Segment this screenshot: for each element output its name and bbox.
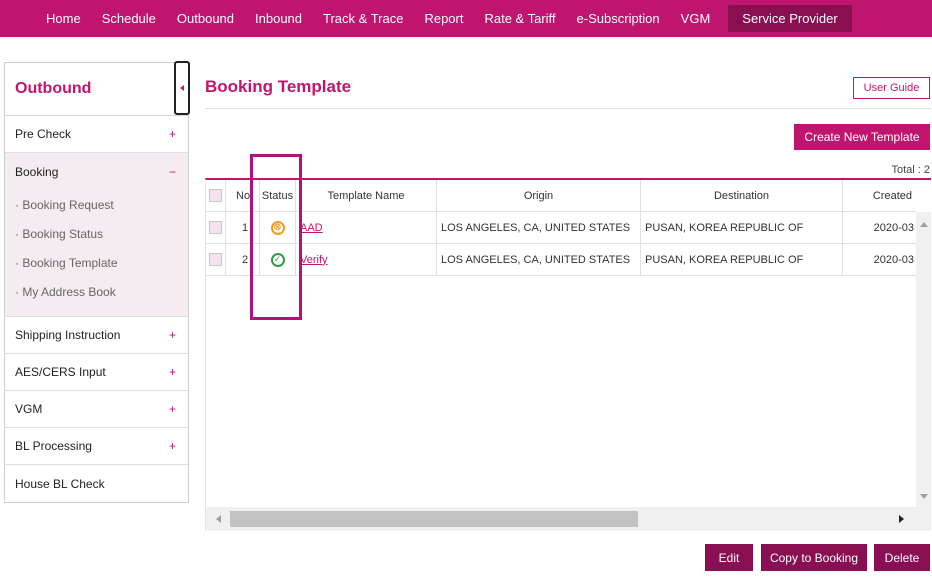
nav-outbound[interactable]: Outbound <box>177 11 234 26</box>
row-select[interactable] <box>206 212 226 243</box>
header-status[interactable]: Status <box>260 180 296 211</box>
template-name-link[interactable]: AAD <box>300 222 323 234</box>
table-row[interactable]: 2 ✓ Verify LOS ANGELES, CA, UNITED STATE… <box>206 244 916 276</box>
sidebar-item-house-bl-check[interactable]: House BL Check <box>5 465 188 502</box>
expand-icon: + <box>168 402 176 416</box>
scroll-left-icon[interactable] <box>216 515 221 523</box>
scrollbar-thumb[interactable] <box>230 511 638 527</box>
sidebar-item-label: Pre Check <box>15 127 72 141</box>
checkbox[interactable] <box>209 253 222 266</box>
sidebar-item-label: Shipping Instruction <box>15 328 121 342</box>
scroll-right-icon[interactable] <box>899 515 904 523</box>
sidebar-item-label: Booking <box>15 164 59 179</box>
sidebar-item-label: House BL Check <box>15 476 105 491</box>
row-template-name: AAD <box>296 212 437 243</box>
sidebar-subitem-booking-status[interactable]: · Booking Status <box>5 219 188 248</box>
nav-vgm[interactable]: VGM <box>681 11 711 26</box>
header-destination[interactable]: Destination <box>641 180 843 211</box>
scroll-down-icon[interactable] <box>920 494 928 499</box>
caret-left-icon <box>180 85 184 91</box>
total-count: Total : 2 <box>891 164 930 176</box>
collapse-icon: − <box>168 164 176 179</box>
top-navigation-bar: Home Schedule Outbound Inbound Track & T… <box>0 0 932 37</box>
row-created: 2020-03 <box>873 221 914 234</box>
sidebar-item-pre-check[interactable]: Pre Check + <box>5 116 188 153</box>
sidebar-item-booking[interactable]: Booking − <box>5 153 188 190</box>
nav-items: Home Schedule Outbound Inbound Track & T… <box>46 0 873 37</box>
row-status: ✓ <box>260 244 296 275</box>
nav-service-provider[interactable]: Service Provider <box>728 5 852 32</box>
create-new-template-button[interactable]: Create New Template <box>794 124 930 150</box>
sidebar-subitem-booking-request[interactable]: · Booking Request <box>5 190 188 219</box>
page-title: Booking Template <box>205 77 352 96</box>
sidebar-item-label: AES/CERS Input <box>15 365 106 379</box>
expand-icon: + <box>168 328 176 342</box>
template-grid: No Status Template Name Origin Destinati… <box>205 178 931 531</box>
copy-to-booking-button[interactable]: Copy to Booking <box>761 544 867 571</box>
sidebar-item-shipping-instruction[interactable]: Shipping Instruction + <box>5 317 188 354</box>
header-select-all[interactable] <box>206 180 226 211</box>
row-origin: LOS ANGELES, CA, UNITED STATES <box>437 212 641 243</box>
row-status: ⊗ <box>260 212 296 243</box>
expand-icon: + <box>168 365 176 379</box>
user-guide-button[interactable]: User Guide <box>853 77 930 99</box>
edit-button[interactable]: Edit <box>705 544 753 571</box>
scroll-up-icon[interactable] <box>920 222 928 227</box>
row-destination: PUSAN, KOREA REPUBLIC OF <box>641 244 843 275</box>
sidebar-header: Outbound <box>5 61 190 116</box>
expand-icon: + <box>168 439 176 453</box>
sidebar-subitem-booking-template[interactable]: · Booking Template <box>5 248 188 277</box>
vertical-scrollbar[interactable] <box>916 212 931 507</box>
nav-e-subscription[interactable]: e-Subscription <box>577 11 660 26</box>
delete-button[interactable]: Delete <box>874 544 930 571</box>
nav-inbound[interactable]: Inbound <box>255 11 302 26</box>
header-origin[interactable]: Origin <box>437 180 641 211</box>
nav-rate-tariff[interactable]: Rate & Tariff <box>484 11 555 26</box>
header-no[interactable]: No <box>226 180 260 211</box>
sidebar-item-vgm[interactable]: VGM + <box>5 391 188 428</box>
error-status-icon: ⊗ <box>270 220 285 235</box>
header-created[interactable]: Created <box>843 180 916 211</box>
row-destination: PUSAN, KOREA REPUBLIC OF <box>641 212 843 243</box>
checkbox[interactable] <box>209 189 222 202</box>
sidebar-title: Outbound <box>15 80 92 97</box>
title-divider <box>205 108 931 109</box>
table-row[interactable]: 1 ⊗ AAD LOS ANGELES, CA, UNITED STATES P… <box>206 212 916 244</box>
header-template-name[interactable]: Template Name <box>296 180 437 211</box>
row-template-name: Verify <box>296 244 437 275</box>
expand-icon: + <box>168 127 176 141</box>
nav-home[interactable]: Home <box>46 11 81 26</box>
nav-report[interactable]: Report <box>424 11 463 26</box>
checkbox[interactable] <box>209 221 222 234</box>
nav-schedule[interactable]: Schedule <box>102 11 156 26</box>
sidebar: Outbound Pre Check + Booking − · Booking… <box>4 61 190 503</box>
sidebar-item-aes-cers-input[interactable]: AES/CERS Input + <box>5 354 188 391</box>
row-no: 1 <box>226 212 260 243</box>
sidebar-collapse-button[interactable] <box>174 61 190 115</box>
horizontal-scrollbar[interactable] <box>206 507 931 531</box>
row-origin: LOS ANGELES, CA, UNITED STATES <box>437 244 641 275</box>
check-circle-icon: ✓ <box>270 252 285 267</box>
row-created: 2020-03 <box>873 253 914 266</box>
grid-header-row: No Status Template Name Origin Destinati… <box>206 180 916 212</box>
nav-track-trace[interactable]: Track & Trace <box>323 11 403 26</box>
template-name-link[interactable]: Verify <box>300 254 328 266</box>
sidebar-group-booking: Booking − · Booking Request · Booking St… <box>5 153 188 317</box>
sidebar-item-bl-processing[interactable]: BL Processing + <box>5 428 188 465</box>
sidebar-item-label: BL Processing <box>15 439 92 453</box>
sidebar-subitem-my-address-book[interactable]: · My Address Book <box>5 277 188 306</box>
row-select[interactable] <box>206 244 226 275</box>
sidebar-item-label: VGM <box>15 402 43 416</box>
row-no: 2 <box>226 244 260 275</box>
